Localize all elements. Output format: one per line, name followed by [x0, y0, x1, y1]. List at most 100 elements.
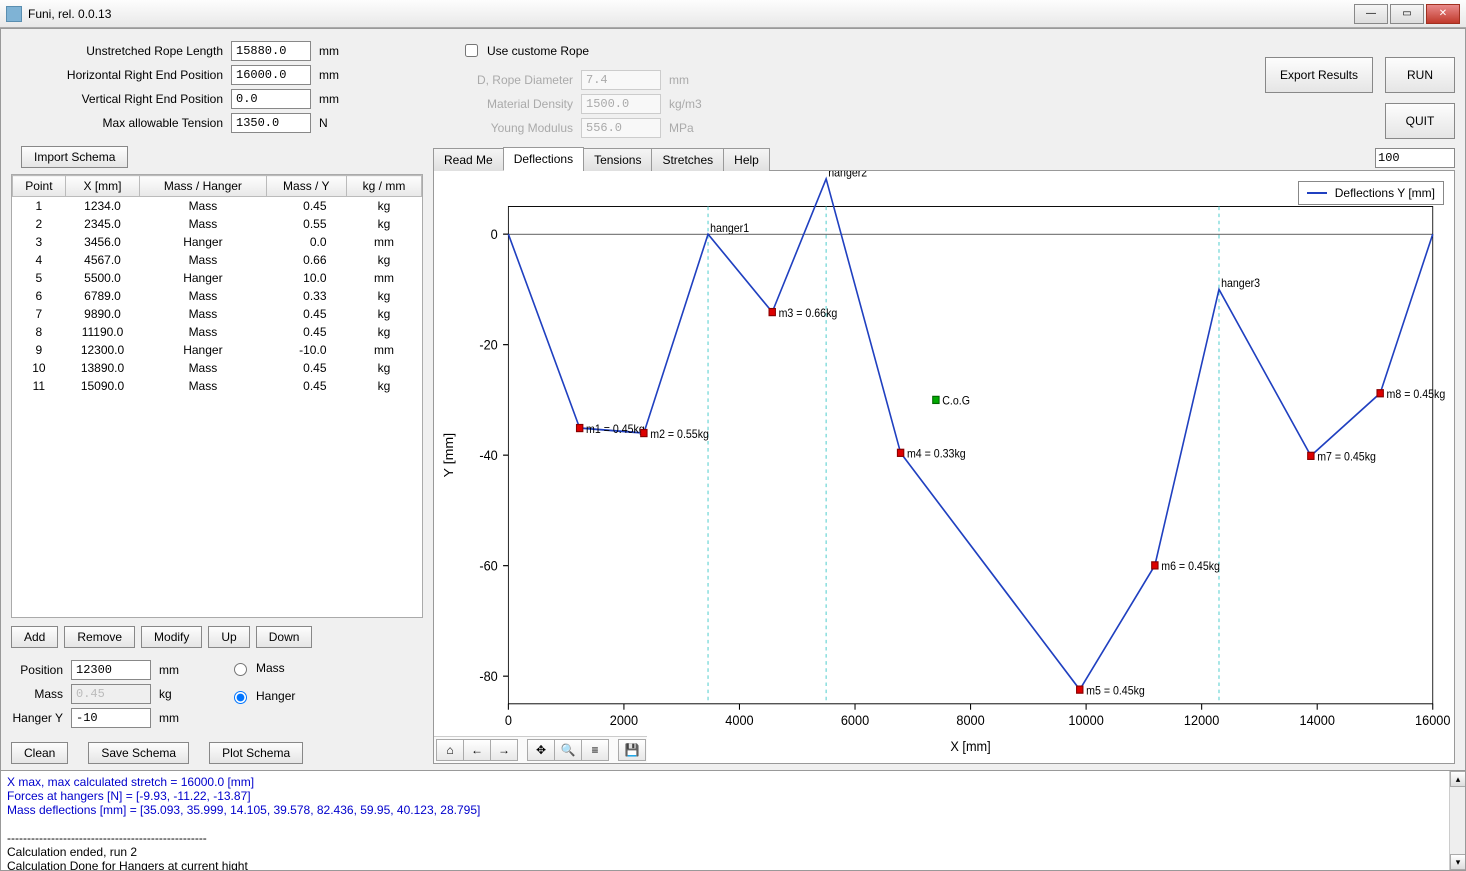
svg-text:0: 0: [491, 226, 498, 242]
density-unit: kg/m3: [669, 97, 709, 111]
scroll-down-icon[interactable]: ▾: [1450, 854, 1465, 870]
svg-text:14000: 14000: [1299, 712, 1334, 728]
maximize-button[interactable]: ▭: [1390, 4, 1424, 24]
table-row[interactable]: 79890.0Mass0.45kg: [13, 305, 422, 323]
svg-text:X [mm]: X [mm]: [950, 739, 990, 755]
svg-text:8000: 8000: [956, 712, 984, 728]
svg-text:m5 = 0.45kg: m5 = 0.45kg: [1086, 685, 1145, 698]
mass-label: Mass: [11, 687, 71, 701]
custom-rope-checkbox[interactable]: [465, 44, 478, 57]
svg-text:m7 = 0.45kg: m7 = 0.45kg: [1317, 451, 1376, 464]
tab-deflections[interactable]: Deflections: [503, 147, 584, 171]
svg-text:hanger2: hanger2: [828, 171, 867, 180]
add-button[interactable]: Add: [11, 626, 58, 648]
th-x: X [mm]: [65, 176, 140, 197]
table-row[interactable]: 55500.0Hanger10.0mm: [13, 269, 422, 287]
hrend-label: Horizontal Right End Position: [11, 68, 231, 82]
svg-text:m4 = 0.33kg: m4 = 0.33kg: [907, 448, 966, 461]
tab-help[interactable]: Help: [723, 148, 770, 171]
table-row[interactable]: 912300.0Hanger-10.0mm: [13, 341, 422, 359]
zoom-icon[interactable]: 🔍: [554, 739, 582, 761]
table-row[interactable]: 811190.0Mass0.45kg: [13, 323, 422, 341]
unstretched-unit: mm: [319, 44, 359, 58]
position-label: Position: [11, 663, 71, 677]
svg-text:m1 = 0.45kg: m1 = 0.45kg: [586, 423, 645, 436]
remove-button[interactable]: Remove: [64, 626, 135, 648]
position-input[interactable]: [71, 660, 151, 680]
hrend-unit: mm: [319, 68, 359, 82]
pan-icon[interactable]: ✥: [527, 739, 555, 761]
save-icon[interactable]: 💾: [618, 739, 646, 761]
table-row[interactable]: 1115090.0Mass0.45kg: [13, 377, 422, 395]
vrend-unit: mm: [319, 92, 359, 106]
svg-text:m8 = 0.45kg: m8 = 0.45kg: [1387, 389, 1446, 402]
maxtension-input[interactable]: [231, 113, 311, 133]
plot-area: 02000400060008000100001200014000160000-2…: [433, 171, 1455, 764]
plot-schema-button[interactable]: Plot Schema: [209, 742, 303, 764]
hangery-unit: mm: [159, 711, 199, 725]
svg-text:m6 = 0.45kg: m6 = 0.45kg: [1161, 561, 1220, 574]
close-button[interactable]: ✕: [1426, 4, 1460, 24]
tab-tensions[interactable]: Tensions: [583, 148, 652, 171]
modify-button[interactable]: Modify: [141, 626, 202, 648]
hangery-input[interactable]: [71, 708, 151, 728]
svg-text:10000: 10000: [1068, 712, 1103, 728]
log-line: Calculation ended, run 2: [7, 845, 1459, 859]
th-point: Point: [13, 176, 66, 197]
plot-legend: Deflections Y [mm]: [1298, 181, 1444, 205]
table-row[interactable]: 11234.0Mass0.45kg: [13, 197, 422, 216]
young-label: Young Modulus: [461, 121, 581, 135]
forward-icon[interactable]: →: [490, 739, 518, 761]
svg-text:2000: 2000: [610, 712, 638, 728]
vrend-label: Vertical Right End Position: [11, 92, 231, 106]
svg-text:4000: 4000: [725, 712, 753, 728]
table-row[interactable]: 33456.0Hanger0.0mm: [13, 233, 422, 251]
svg-text:hanger1: hanger1: [710, 222, 749, 235]
maxtension-unit: N: [319, 116, 359, 130]
points-table[interactable]: Point X [mm] Mass / Hanger Mass / Y kg /…: [11, 174, 423, 618]
diameter-input: [581, 70, 661, 90]
vrend-input[interactable]: [231, 89, 311, 109]
app-icon: [6, 6, 22, 22]
window-titlebar: Funi, rel. 0.0.13 — ▭ ✕: [0, 0, 1466, 28]
table-row[interactable]: 1013890.0Mass0.45kg: [13, 359, 422, 377]
table-row[interactable]: 22345.0Mass0.55kg: [13, 215, 422, 233]
table-row[interactable]: 66789.0Mass0.33kg: [13, 287, 422, 305]
quit-button[interactable]: QUIT: [1385, 103, 1455, 139]
up-button[interactable]: Up: [208, 626, 249, 648]
save-schema-button[interactable]: Save Schema: [88, 742, 189, 764]
maxtension-label: Max allowable Tension: [11, 116, 231, 130]
svg-text:12000: 12000: [1184, 712, 1219, 728]
radio-hanger[interactable]: Hanger: [229, 688, 295, 704]
export-results-button[interactable]: Export Results: [1265, 57, 1373, 93]
log-panel: X max, max calculated stretch = 16000.0 …: [1, 770, 1465, 870]
config-icon[interactable]: ≡: [581, 739, 609, 761]
svg-text:-20: -20: [479, 337, 497, 353]
diameter-label: D, Rope Diameter: [461, 73, 581, 87]
svg-text:m3 = 0.66kg: m3 = 0.66kg: [779, 307, 838, 320]
radio-mass[interactable]: Mass: [229, 660, 295, 676]
young-unit: MPa: [669, 121, 709, 135]
down-button[interactable]: Down: [256, 626, 313, 648]
svg-text:0: 0: [505, 712, 512, 728]
log-line: X max, max calculated stretch = 16000.0 …: [7, 775, 1459, 789]
svg-text:-40: -40: [479, 447, 497, 463]
back-icon[interactable]: ←: [463, 739, 491, 761]
tab-stretches[interactable]: Stretches: [651, 148, 724, 171]
position-unit: mm: [159, 663, 199, 677]
run-button[interactable]: RUN: [1385, 57, 1455, 93]
density-input: [581, 94, 661, 114]
diameter-unit: mm: [669, 73, 709, 87]
minimize-button[interactable]: —: [1354, 4, 1388, 24]
log-line: Forces at hangers [N] = [-9.93, -11.22, …: [7, 789, 1459, 803]
clean-button[interactable]: Clean: [11, 742, 68, 764]
unstretched-input[interactable]: [231, 41, 311, 61]
scroll-up-icon[interactable]: ▴: [1450, 771, 1465, 787]
tab-readme[interactable]: Read Me: [433, 148, 504, 171]
hrend-input[interactable]: [231, 65, 311, 85]
import-schema-button[interactable]: Import Schema: [21, 146, 128, 168]
home-icon[interactable]: ⌂: [436, 739, 464, 761]
table-row[interactable]: 44567.0Mass0.66kg: [13, 251, 422, 269]
tab-input[interactable]: [1375, 148, 1455, 168]
density-label: Material Density: [461, 97, 581, 111]
